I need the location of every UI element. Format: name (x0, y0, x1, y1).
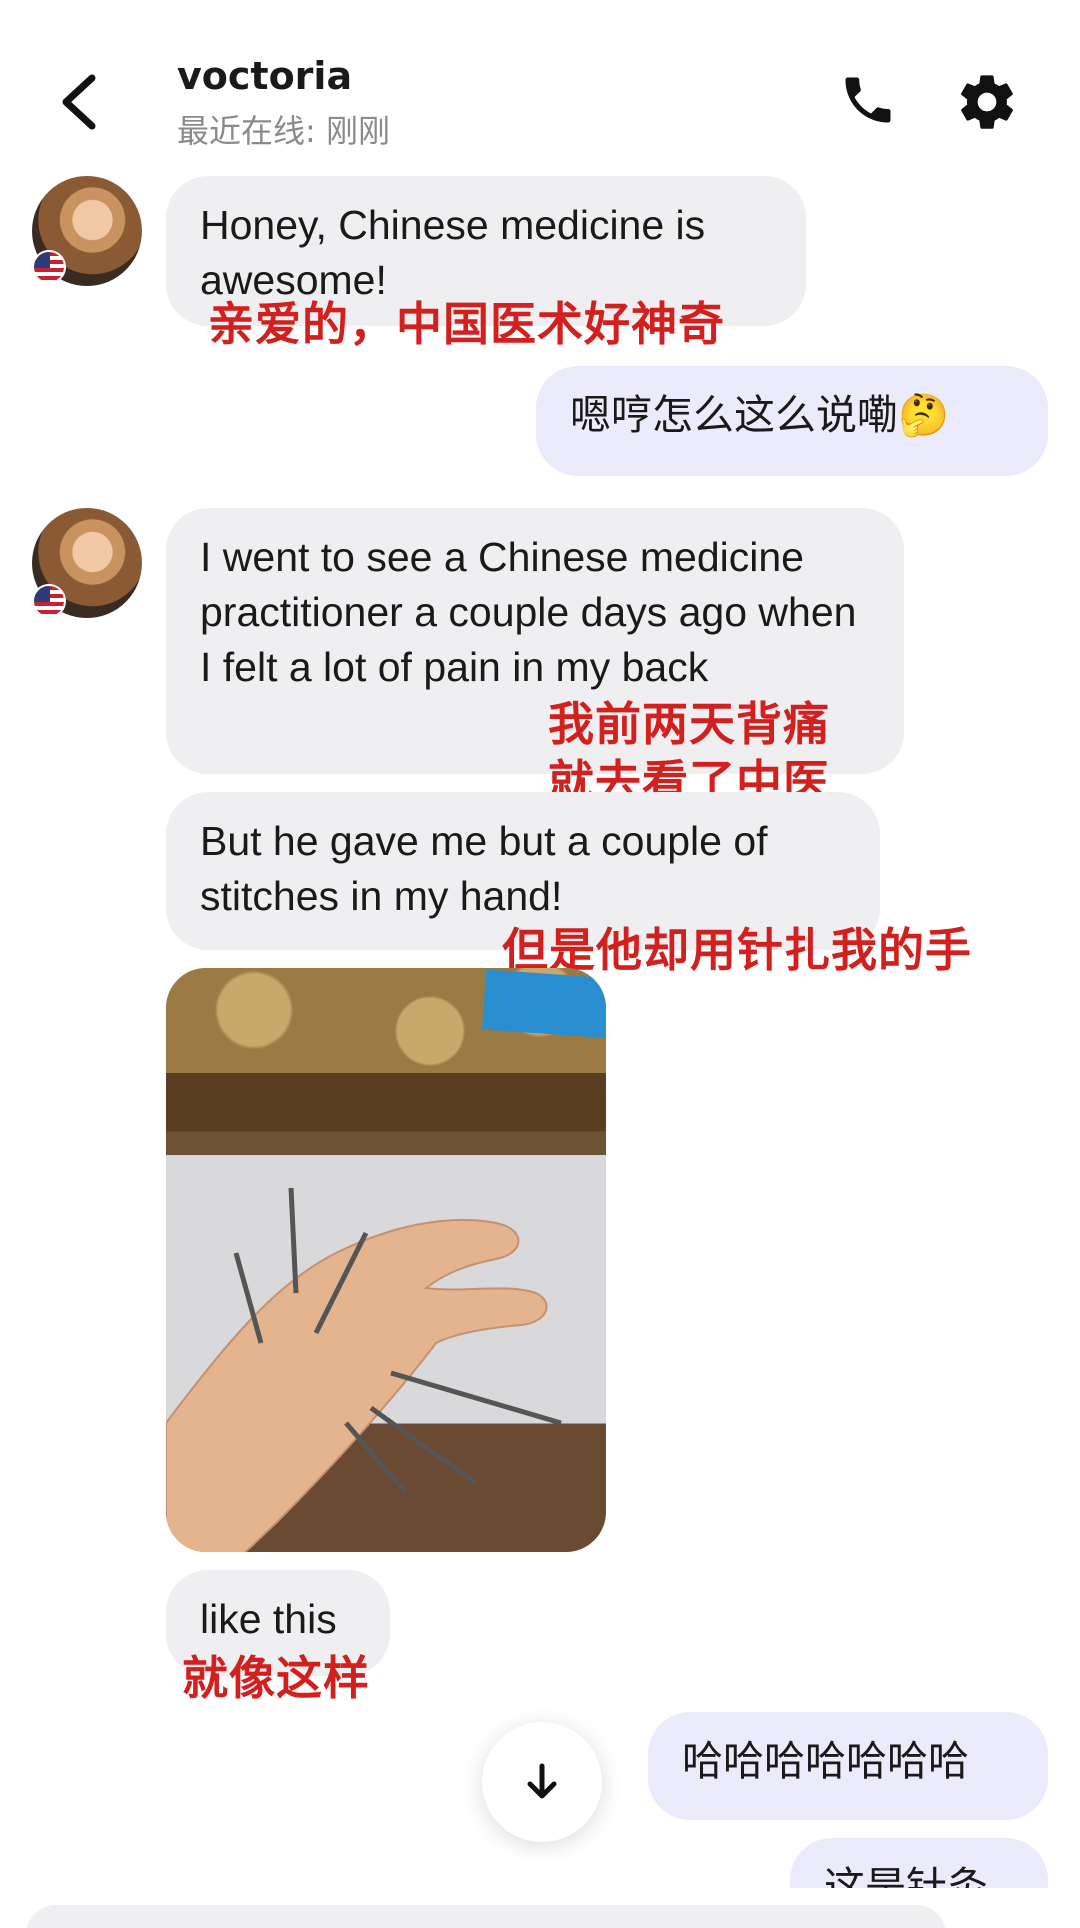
translation-caption: 亲爱的，中国医术好神奇 (208, 297, 725, 351)
scroll-to-bottom-button[interactable] (482, 1722, 602, 1842)
translation-caption: 我前两天背痛 (548, 697, 830, 751)
us-flag-icon (32, 584, 66, 618)
message-text: 这是针灸 (824, 1864, 988, 1888)
gear-icon (961, 75, 1013, 129)
message-photo[interactable] (166, 968, 606, 1552)
message-text: Honey, Chinese medicine is awesome! (200, 202, 706, 303)
us-flag-icon (32, 250, 66, 284)
back-button[interactable] (48, 62, 108, 142)
translation-caption: 就像这样 (182, 1651, 370, 1705)
message-text: 嗯哼怎么这么说嘞🤔 (570, 392, 950, 438)
message-bubble-outgoing[interactable]: 这是针灸 (790, 1838, 1048, 1888)
contact-status: 最近在线: 刚刚 (177, 112, 390, 150)
hand-photo-illustration (166, 1187, 562, 1552)
call-button[interactable] (838, 70, 898, 130)
message-text: like this (200, 1596, 337, 1642)
phone-icon (845, 77, 891, 123)
chevron-left-icon (62, 74, 96, 130)
arrow-down-icon (527, 1763, 557, 1799)
photo-packet (482, 969, 606, 1039)
chat-header: voctoria 最近在线: 刚刚 (0, 0, 1080, 165)
message-text: 哈哈哈哈哈哈哈 (682, 1738, 969, 1784)
message-text: But he gave me but a couple of stitches … (200, 818, 768, 919)
contact-name[interactable]: voctoria (177, 54, 352, 98)
message-bubble-outgoing[interactable]: 嗯哼怎么这么说嘞🤔 (536, 366, 1048, 476)
message-input[interactable] (26, 1905, 946, 1928)
settings-button[interactable] (955, 70, 1019, 134)
message-bubble-outgoing[interactable]: 哈哈哈哈哈哈哈 (648, 1712, 1048, 1820)
message-text: I went to see a Chinese medicine practit… (200, 534, 857, 690)
message-list-clip: 这是针灸 (0, 1838, 1080, 1888)
